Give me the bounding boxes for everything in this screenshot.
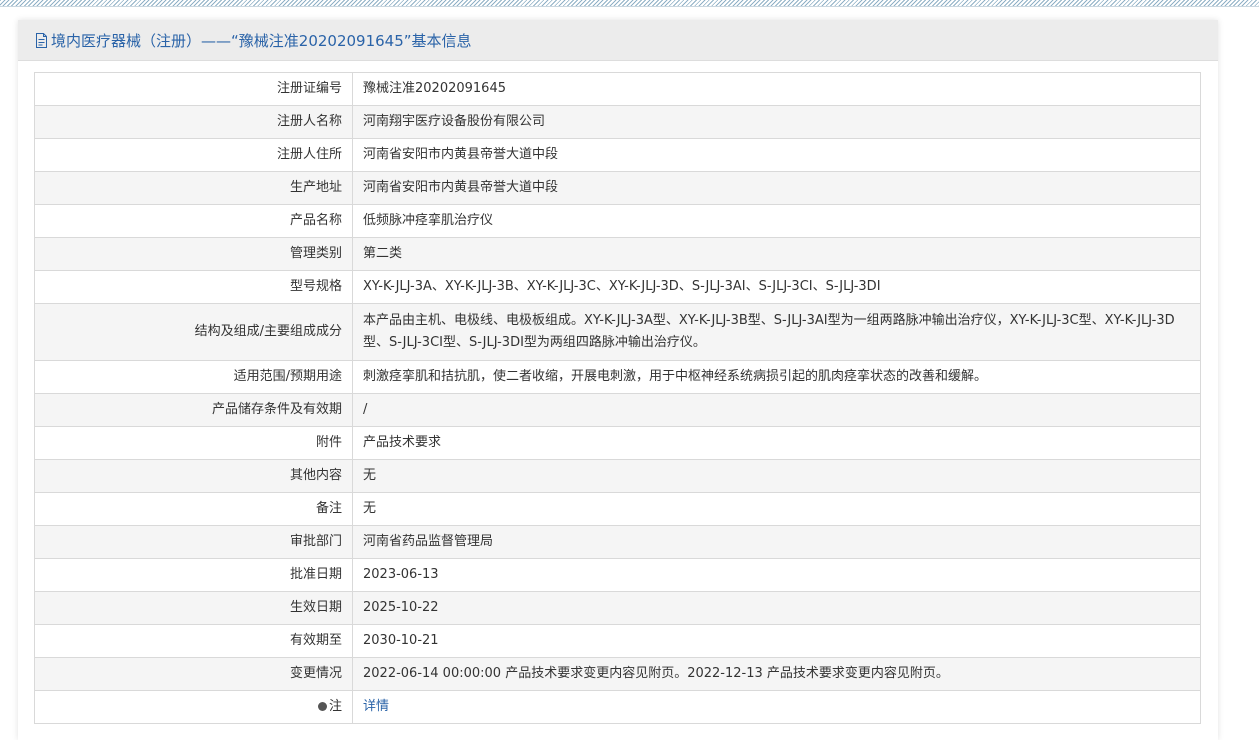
table-row: 产品储存条件及有效期 / bbox=[34, 393, 1201, 427]
row-label: 结构及组成/主要组成成分 bbox=[34, 303, 353, 361]
panel-header: 境内医疗器械（注册）——“豫械注准20202091645”基本信息 bbox=[18, 20, 1218, 61]
note-label-cell: 注 bbox=[34, 690, 353, 724]
info-icon bbox=[317, 702, 327, 711]
row-value: 第二类 bbox=[352, 237, 1201, 271]
row-value: 2030-10-21 bbox=[352, 624, 1201, 658]
row-label: 型号规格 bbox=[34, 270, 353, 304]
row-label: 注册人住所 bbox=[34, 138, 353, 172]
row-label: 生产地址 bbox=[34, 171, 353, 205]
table-row: 有效期至 2030-10-21 bbox=[34, 624, 1201, 658]
table-row: 注 详情 bbox=[34, 690, 1201, 724]
row-value: 河南省安阳市内黄县帝誉大道中段 bbox=[352, 171, 1201, 205]
row-label: 适用范围/预期用途 bbox=[34, 360, 353, 394]
row-label: 产品储存条件及有效期 bbox=[34, 393, 353, 427]
table-row: 注册人住所 河南省安阳市内黄县帝誉大道中段 bbox=[34, 138, 1201, 172]
row-value: 产品技术要求 bbox=[352, 426, 1201, 460]
row-value: 2023-06-13 bbox=[352, 558, 1201, 592]
row-label: 变更情况 bbox=[34, 657, 353, 691]
detail-table: 注册证编号 豫械注准20202091645 注册人名称 河南翔宇医疗设备股份有限… bbox=[34, 72, 1201, 724]
table-row: 适用范围/预期用途 刺激痉挛肌和拮抗肌，使二者收缩，开展电刺激，用于中枢神经系统… bbox=[34, 360, 1201, 394]
table-row: 其他内容 无 bbox=[34, 459, 1201, 493]
detail-link[interactable]: 详情 bbox=[363, 699, 389, 714]
row-value: / bbox=[352, 393, 1201, 427]
row-label: 注 bbox=[328, 699, 342, 714]
table-row: 管理类别 第二类 bbox=[34, 237, 1201, 271]
row-label: 附件 bbox=[34, 426, 353, 460]
row-value: 低频脉冲痉挛肌治疗仪 bbox=[352, 204, 1201, 238]
row-value: 河南翔宇医疗设备股份有限公司 bbox=[352, 105, 1201, 139]
row-label: 批准日期 bbox=[34, 558, 353, 592]
row-label: 其他内容 bbox=[34, 459, 353, 493]
row-label: 管理类别 bbox=[34, 237, 353, 271]
row-value: 河南省药品监督管理局 bbox=[352, 525, 1201, 559]
info-panel: 境内医疗器械（注册）——“豫械注准20202091645”基本信息 注册证编号 … bbox=[18, 20, 1218, 740]
table-row: 附件 产品技术要求 bbox=[34, 426, 1201, 460]
row-label: 备注 bbox=[34, 492, 353, 526]
row-value: 无 bbox=[352, 492, 1201, 526]
row-label: 有效期至 bbox=[34, 624, 353, 658]
row-value: 河南省安阳市内黄县帝誉大道中段 bbox=[352, 138, 1201, 172]
note-value-cell: 详情 bbox=[352, 690, 1201, 724]
top-decorative-strip bbox=[0, 0, 1259, 7]
row-label: 审批部门 bbox=[34, 525, 353, 559]
table-row: 变更情况 2022-06-14 00:00:00 产品技术要求变更内容见附页。2… bbox=[34, 657, 1201, 691]
table-row: 备注 无 bbox=[34, 492, 1201, 526]
row-value: 豫械注准20202091645 bbox=[352, 72, 1201, 106]
table-row: 产品名称 低频脉冲痉挛肌治疗仪 bbox=[34, 204, 1201, 238]
table-row: 批准日期 2023-06-13 bbox=[34, 558, 1201, 592]
row-value: 2022-06-14 00:00:00 产品技术要求变更内容见附页。2022-1… bbox=[352, 657, 1201, 691]
table-row: 注册人名称 河南翔宇医疗设备股份有限公司 bbox=[34, 105, 1201, 139]
page-title: 境内医疗器械（注册）——“豫械注准20202091645”基本信息 bbox=[51, 31, 472, 50]
row-value: 本产品由主机、电极线、电极板组成。XY-K-JLJ-3A型、XY-K-JLJ-3… bbox=[352, 303, 1201, 361]
row-label: 注册证编号 bbox=[34, 72, 353, 106]
table-row: 审批部门 河南省药品监督管理局 bbox=[34, 525, 1201, 559]
row-value: 刺激痉挛肌和拮抗肌，使二者收缩，开展电刺激，用于中枢神经系统病损引起的肌肉痉挛状… bbox=[352, 360, 1201, 394]
row-label: 产品名称 bbox=[34, 204, 353, 238]
document-icon bbox=[35, 32, 48, 48]
table-row: 型号规格 XY-K-JLJ-3A、XY-K-JLJ-3B、XY-K-JLJ-3C… bbox=[34, 270, 1201, 304]
table-row: 生产地址 河南省安阳市内黄县帝誉大道中段 bbox=[34, 171, 1201, 205]
table-row: 结构及组成/主要组成成分 本产品由主机、电极线、电极板组成。XY-K-JLJ-3… bbox=[34, 303, 1201, 361]
row-value: 无 bbox=[352, 459, 1201, 493]
row-value: XY-K-JLJ-3A、XY-K-JLJ-3B、XY-K-JLJ-3C、XY-K… bbox=[352, 270, 1201, 304]
row-value: 2025-10-22 bbox=[352, 591, 1201, 625]
row-label: 生效日期 bbox=[34, 591, 353, 625]
table-row: 注册证编号 豫械注准20202091645 bbox=[34, 72, 1201, 106]
table-row: 生效日期 2025-10-22 bbox=[34, 591, 1201, 625]
row-label: 注册人名称 bbox=[34, 105, 353, 139]
